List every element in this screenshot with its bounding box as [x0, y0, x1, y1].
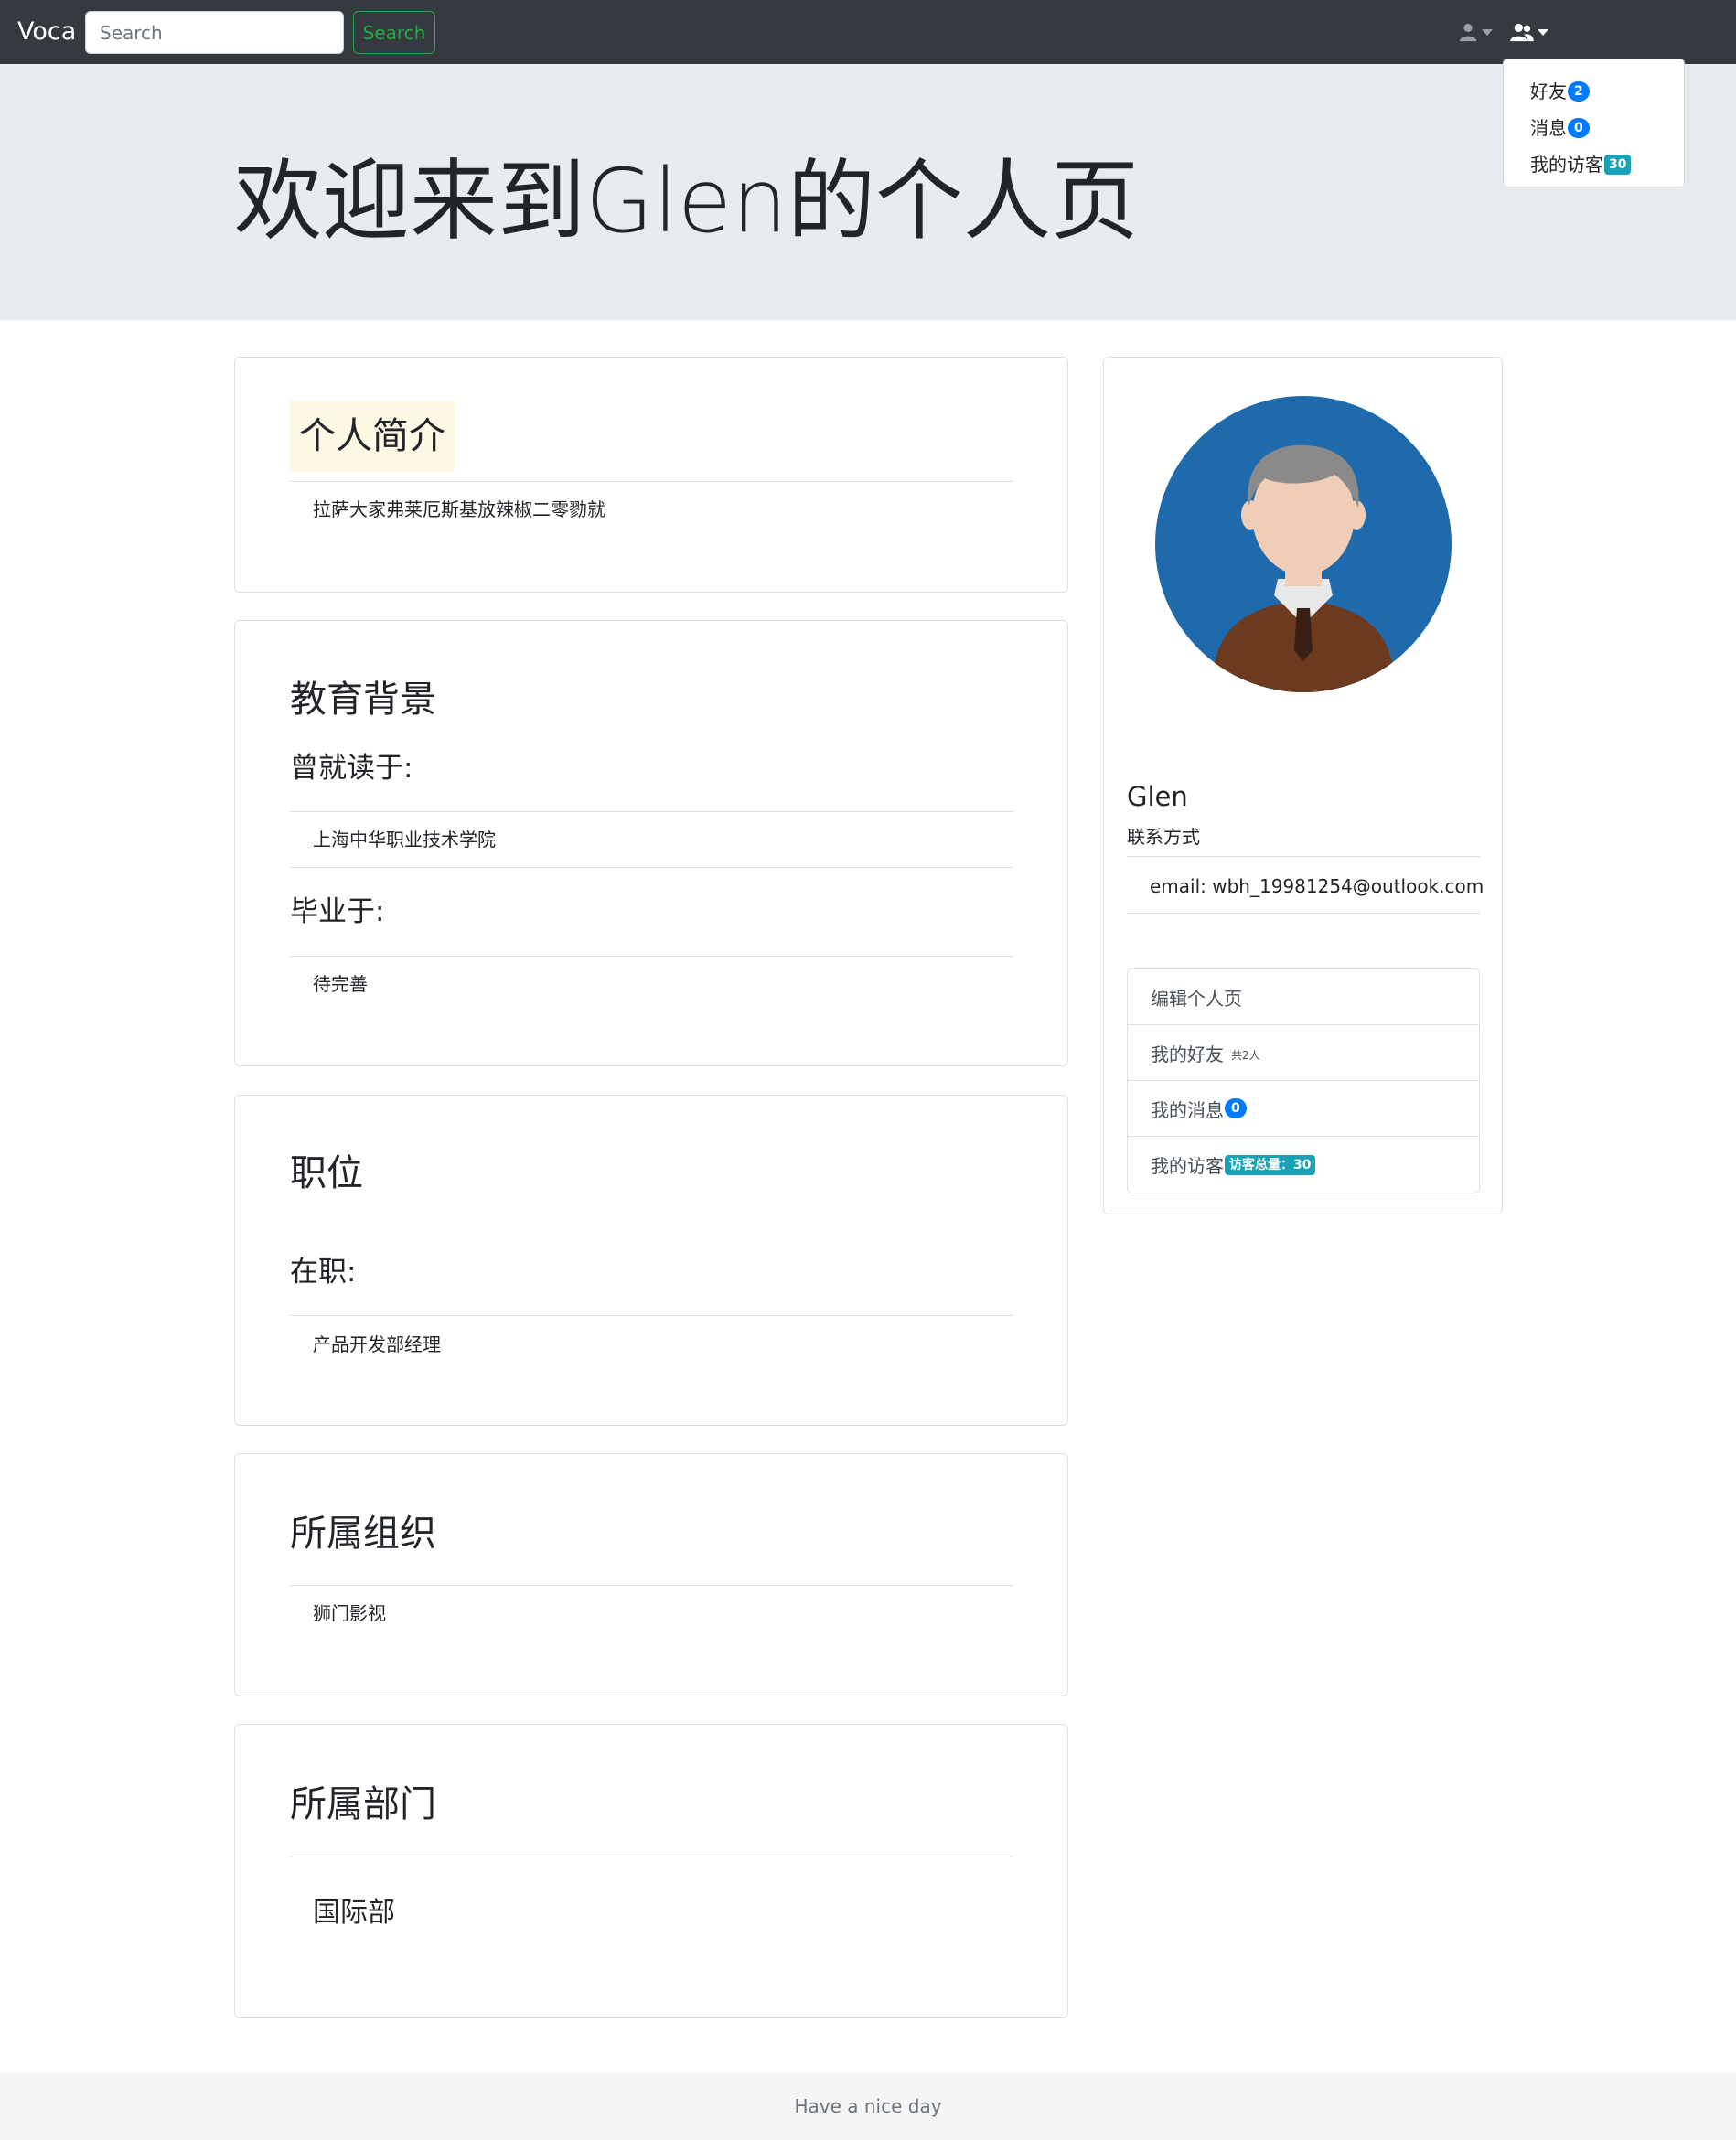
dropdown-item-visitors[interactable]: 我的访客 30: [1504, 146, 1684, 183]
department-title: 所属部门: [290, 1783, 436, 1825]
organization-card: 所属组织 狮门影视: [234, 1453, 1068, 1696]
organization-value: 狮门影视: [313, 1602, 386, 1624]
hero-banner: 欢迎来到Glen的个人页: [0, 64, 1736, 320]
friends-menu-toggle[interactable]: [1510, 18, 1548, 46]
studied-value: 上海中华职业技术学院: [313, 829, 496, 851]
dropdown-item-messages[interactable]: 消息 0: [1504, 110, 1684, 146]
visitors-count-badge: 30: [1604, 155, 1632, 175]
intro-title: 个人简介: [290, 401, 455, 472]
dropdown-item-label: 好友: [1530, 80, 1567, 102]
dropdown-item-label: 消息: [1530, 117, 1567, 139]
my-messages-label: 我的消息: [1151, 1098, 1224, 1121]
dropdown-item-friends[interactable]: 好友 2: [1504, 73, 1684, 110]
graduated-label: 毕业于:: [290, 895, 385, 928]
messages-count-badge: 0: [1568, 118, 1590, 138]
chevron-down-icon: [1538, 28, 1548, 36]
intro-text: 拉萨大家弗莱厄斯基放辣椒二零勠就: [313, 498, 605, 520]
messages-badge: 0: [1225, 1098, 1247, 1118]
position-title: 职位: [290, 1152, 363, 1194]
users-icon: [1510, 23, 1534, 42]
divider: [290, 867, 1013, 868]
current-label: 在职:: [290, 1256, 357, 1289]
my-visitors-link[interactable]: 我的访客 访客总量：30: [1128, 1137, 1479, 1193]
profile-card: Glen 联系方式 email: wbh_19981254@outlook.co…: [1103, 357, 1503, 1214]
position-card: 职位 在职: 产品开发部经理: [234, 1095, 1068, 1426]
education-title: 教育背景: [290, 679, 436, 721]
my-friends-label: 我的好友: [1151, 1043, 1224, 1065]
my-friends-link[interactable]: 我的好友 共2人: [1128, 1025, 1479, 1081]
my-visitors-label: 我的访客: [1151, 1155, 1224, 1177]
dropdown-item-label: 我的访客: [1530, 154, 1603, 176]
chevron-down-icon: [1482, 28, 1493, 36]
page-title: 欢迎来到Glen的个人页: [234, 150, 1139, 252]
divider: [1127, 856, 1480, 857]
education-card: 教育背景 曾就读于: 上海中华职业技术学院 毕业于: 待完善: [234, 620, 1068, 1066]
page-footer: Have a nice day: [0, 2073, 1736, 2140]
profile-links: 编辑个人页 我的好友 共2人 我的消息 0 我的访客 访客总量：30: [1127, 968, 1480, 1193]
divider: [290, 1315, 1013, 1316]
current-value: 产品开发部经理: [313, 1333, 441, 1355]
email-text: email: wbh_19981254@outlook.com: [1150, 875, 1484, 897]
search-button[interactable]: Search: [353, 11, 435, 54]
profile-name: Glen: [1127, 781, 1188, 812]
edit-profile-link[interactable]: 编辑个人页: [1128, 969, 1479, 1025]
graduated-value: 待完善: [313, 973, 368, 995]
search-input[interactable]: [85, 11, 344, 54]
divider: [290, 481, 1013, 482]
avatar: [1155, 396, 1452, 692]
studied-label: 曾就读于:: [290, 752, 413, 785]
organization-title: 所属组织: [290, 1513, 436, 1555]
divider: [1127, 913, 1480, 914]
top-navbar: Voca Search: [0, 0, 1736, 64]
department-value: 国际部: [313, 1897, 395, 1929]
user-icon: [1459, 23, 1477, 42]
footer-text: Have a nice day: [794, 2095, 942, 2117]
contact-label: 联系方式: [1127, 826, 1200, 848]
friends-count-note: 共2人: [1231, 1048, 1260, 1062]
friends-dropdown-menu: 好友 2 消息 0 我的访客 30: [1503, 59, 1685, 187]
department-card: 所属部门 国际部: [234, 1724, 1068, 2018]
brand-logo[interactable]: Voca: [17, 16, 76, 48]
edit-profile-label: 编辑个人页: [1151, 987, 1242, 1010]
intro-card: 个人简介 拉萨大家弗莱厄斯基放辣椒二零勠就: [234, 357, 1068, 593]
friends-count-badge: 2: [1568, 81, 1590, 102]
my-messages-link[interactable]: 我的消息 0: [1128, 1081, 1479, 1137]
visitors-total-badge: 访客总量：30: [1225, 1154, 1316, 1175]
user-menu-toggle[interactable]: [1458, 18, 1493, 46]
divider: [290, 1585, 1013, 1586]
divider: [290, 956, 1013, 957]
divider: [290, 811, 1013, 812]
